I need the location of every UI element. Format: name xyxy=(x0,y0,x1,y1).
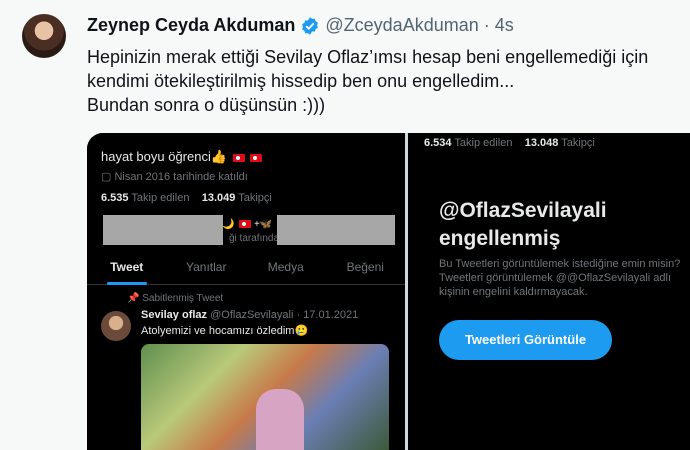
verified-badge-icon xyxy=(302,16,319,35)
blocked-desc-line: Bu Tweetleri görüntülemek istediğine emi… xyxy=(439,258,681,270)
pin-icon: 📌 xyxy=(127,293,140,304)
screenshot-profile[interactable]: hayat boyu öğrenci👍 ▢ Nisan 2016 tarihin… xyxy=(87,133,405,450)
blocked-stats: 6.534 Takip edilen 13.048 Takipçi xyxy=(424,137,595,149)
tweet-text-line: Hepinizin merak ettiği Sevilay Oflaz’ıms… xyxy=(87,47,649,67)
tweet[interactable]: Zeynep Ceyda Akduman @ZceydaAkduman · 4s… xyxy=(0,0,690,450)
timestamp[interactable]: 4s xyxy=(495,15,514,36)
following-label: Takip edilen xyxy=(131,192,190,204)
followers-label: Takipçi xyxy=(561,137,595,149)
turkish-flag-icon xyxy=(250,153,263,162)
bio-text: hayat boyu öğrenci👍 xyxy=(101,149,228,164)
screenshot-blocked[interactable]: 6.534 Takip edilen 13.048 Takipçi @Oflaz… xyxy=(408,133,690,450)
tab-likes[interactable]: Beğeni xyxy=(326,251,406,284)
followers-count: 13.049 xyxy=(201,192,236,204)
blocked-title-line: @OflazSevilayali xyxy=(439,199,607,222)
profile-joined: ▢ Nisan 2016 tarihinde katıldı xyxy=(101,170,248,183)
tweet-text: Hepinizin merak ettiği Sevilay Oflaz’ıms… xyxy=(87,45,687,117)
following-label: Takip edilen xyxy=(454,137,513,149)
tweet-text-line: kendimi ötekileştirilmiş hissedip ben on… xyxy=(87,71,515,91)
separator-dot: · xyxy=(483,15,490,35)
turkish-flag-icon xyxy=(232,153,245,162)
tweet-media[interactable]: hayat boyu öğrenci👍 ▢ Nisan 2016 tarihin… xyxy=(87,133,690,450)
blocked-description: Bu Tweetleri görüntülemek istediğine emi… xyxy=(439,257,680,299)
post-avatar[interactable] xyxy=(101,311,131,341)
avatar[interactable] xyxy=(22,14,66,58)
painting-figure xyxy=(256,389,304,450)
blocked-desc-line: kişinin engelini kaldırmayacak. xyxy=(439,286,588,298)
profile-stats: 6.535 Takip edilen 13.049 Takipçi xyxy=(101,192,272,204)
blocked-desc-line: Tweetleri görüntülemek @@OflazSevilayali… xyxy=(439,272,672,284)
pinned-text: Sabitlenmiş Tweet xyxy=(142,293,224,304)
profile-tabs: Tweet Yanıtlar Medya Beğeni xyxy=(87,251,405,285)
blocked-title: @OflazSevilayali engellenmiş xyxy=(439,197,607,253)
post-image[interactable] xyxy=(141,344,389,450)
followed-by-text: ği tarafında xyxy=(229,233,280,244)
tweet-text-line: Bundan sonra o düşünsün :))) xyxy=(87,95,326,115)
display-name[interactable]: Zeynep Ceyda Akduman xyxy=(87,15,295,36)
following-count: 6.535 xyxy=(101,192,129,204)
post-name[interactable]: Sevilay oflaz xyxy=(141,309,207,321)
followers-label: Takipçi xyxy=(238,192,272,204)
tab-tweet[interactable]: Tweet xyxy=(87,251,167,285)
tweet-header: Zeynep Ceyda Akduman @ZceydaAkduman · 4s xyxy=(87,15,514,36)
following-count: 6.534 xyxy=(424,137,452,149)
redacted-block xyxy=(277,215,395,245)
follower-emoji-icons: 🌙 +🦋 xyxy=(222,219,273,230)
profile-bio: hayat boyu öğrenci👍 xyxy=(101,149,263,165)
redacted-block xyxy=(103,215,223,245)
post-handle-date[interactable]: @OflazSevilayali · 17.01.2021 xyxy=(210,309,358,321)
post-text: Atolyemizi ve hocamızı özledim🥲 xyxy=(141,325,309,337)
tab-media[interactable]: Medya xyxy=(246,251,326,284)
view-tweets-button[interactable]: Tweetleri Görüntüle xyxy=(439,320,612,360)
joined-text: Nisan 2016 tarihinde katıldı xyxy=(114,171,248,183)
pinned-label: 📌 Sabitlenmiş Tweet xyxy=(127,293,223,304)
post-header: Sevilay oflaz @OflazSevilayali · 17.01.2… xyxy=(141,309,358,321)
blocked-title-line: engellenmiş xyxy=(439,227,561,250)
tab-replies[interactable]: Yanıtlar xyxy=(167,251,247,284)
handle[interactable]: @ZceydaAkduman xyxy=(325,15,478,36)
calendar-icon: ▢ xyxy=(101,171,112,183)
followers-count: 13.048 xyxy=(524,137,559,149)
